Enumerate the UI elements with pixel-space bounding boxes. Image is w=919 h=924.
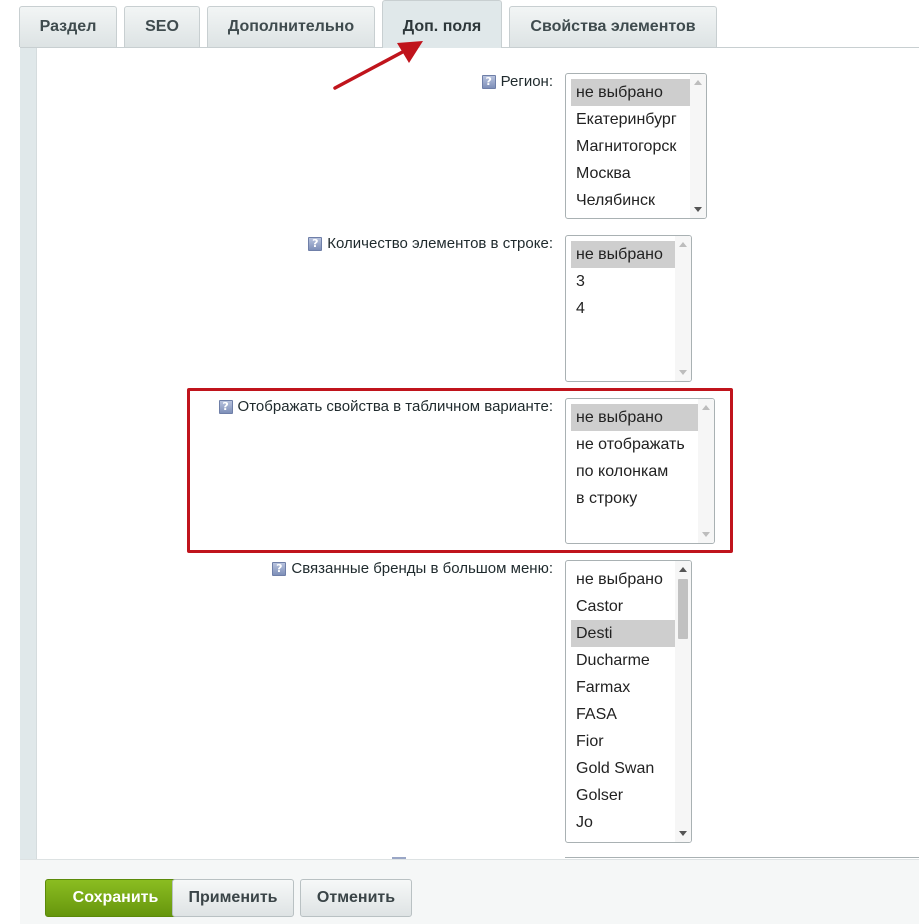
list-option[interactable]: Челябинск: [571, 187, 706, 214]
region-label: ? Регион:: [481, 73, 553, 90]
brands-menu-label-text: Связанные бренды в большом меню:: [291, 560, 553, 577]
list-option[interactable]: Farmax: [571, 674, 691, 701]
list-option[interactable]: Екатеринбург: [571, 106, 706, 133]
cancel-button[interactable]: Отменить: [300, 879, 412, 917]
list-option[interactable]: 4: [571, 295, 691, 322]
region-scrollbar[interactable]: [690, 74, 706, 218]
scroll-up-icon[interactable]: [694, 80, 702, 85]
scroll-down-icon[interactable]: [679, 831, 687, 836]
tab-element-properties[interactable]: Свойства элементов: [509, 6, 717, 47]
scroll-down-icon[interactable]: [679, 370, 687, 375]
tab-section[interactable]: Раздел: [19, 6, 117, 47]
list-option[interactable]: не выбрано: [571, 566, 691, 593]
list-option[interactable]: не выбрано: [571, 241, 691, 268]
help-icon[interactable]: ?: [308, 236, 323, 251]
list-option[interactable]: FASA: [571, 701, 691, 728]
help-icon[interactable]: ?: [481, 74, 496, 89]
list-option[interactable]: Ducharme: [571, 647, 691, 674]
apply-button[interactable]: Применить: [172, 879, 294, 917]
region-select[interactable]: не выбрано Екатеринбург Магнитогорск Мос…: [565, 73, 707, 219]
tab-bar: Раздел SEO Дополнительно Доп. поля Свойс…: [0, 0, 919, 48]
items-per-row-select[interactable]: не выбрано 3 4: [565, 235, 692, 382]
scroll-up-icon[interactable]: [679, 242, 687, 247]
list-option[interactable]: 3: [571, 268, 691, 295]
help-icon[interactable]: ?: [272, 561, 287, 576]
scroll-down-icon[interactable]: [694, 207, 702, 212]
items-per-row-scrollbar[interactable]: [675, 236, 691, 381]
scroll-up-icon[interactable]: [679, 567, 687, 572]
save-button[interactable]: Сохранить: [45, 879, 186, 917]
list-option[interactable]: Gold Swan: [571, 755, 691, 782]
list-option[interactable]: не выбрано: [571, 79, 706, 106]
list-option[interactable]: Магнитогорск: [571, 133, 706, 160]
items-per-row-label-text: Количество элементов в строке:: [327, 235, 553, 252]
tab-seo[interactable]: SEO: [124, 6, 200, 47]
list-option[interactable]: Fior: [571, 728, 691, 755]
items-per-row-label: ? Количество элементов в строке:: [308, 235, 553, 252]
brands-menu-select[interactable]: не выбрано Castor Desti Ducharme Farmax …: [565, 560, 692, 843]
region-label-text: Регион:: [500, 73, 553, 90]
brands-menu-label: ? Связанные бренды в большом меню:: [272, 560, 553, 577]
annotation-highlight-box: [187, 388, 733, 553]
list-option[interactable]: Castor: [571, 593, 691, 620]
list-option[interactable]: Golser: [571, 782, 691, 809]
scrollbar-thumb[interactable]: [678, 579, 688, 639]
annotation-arrow-icon: [333, 41, 423, 90]
brands-menu-scrollbar[interactable]: [675, 561, 691, 842]
form-footer: Сохранить Применить Отменить: [20, 859, 919, 924]
list-option[interactable]: Desti: [571, 620, 691, 647]
list-option[interactable]: Jo: [571, 809, 691, 836]
list-option[interactable]: Москва: [571, 160, 706, 187]
